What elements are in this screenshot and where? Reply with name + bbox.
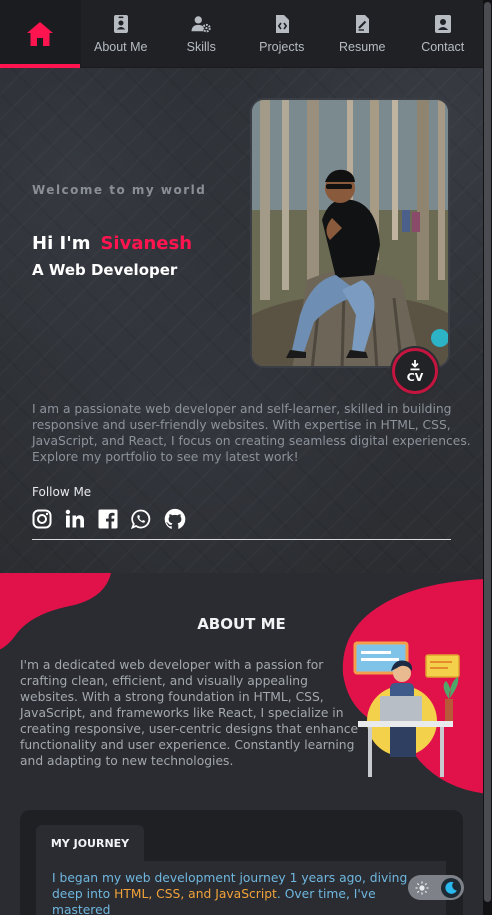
page-scrollbar[interactable] [483,0,492,915]
about-title: ABOUT ME [197,615,286,633]
linkedin-link[interactable] [65,509,85,530]
cv-label: CV [406,370,424,384]
journey-highlight: HTML, CSS, and JavaScript [114,887,277,901]
sun-icon [415,881,429,894]
whatsapp-link[interactable] [131,509,151,530]
contact-card-icon [434,14,451,33]
nav-about-me[interactable]: About Me [81,0,162,67]
scroll-thumb[interactable] [484,2,491,902]
nav-label: Contact [421,39,465,54]
tab-my-journey[interactable]: MY JOURNEY [36,825,144,861]
about-text: I'm a dedicated web developer with a pas… [20,658,359,768]
moon-icon [445,881,457,894]
id-badge-icon [113,14,128,33]
instagram-icon [32,509,52,529]
nav-skills[interactable]: Skills [161,0,242,67]
nav-projects[interactable]: Projects [242,0,323,67]
nav-home[interactable] [0,0,81,68]
nav-label: Projects [259,39,305,54]
whatsapp-icon [131,509,151,529]
toggle-knob [441,877,461,898]
profile-photo [250,98,450,368]
role-title: A Web Developer [32,261,178,279]
social-links [32,508,186,530]
user-gear-icon [191,15,211,32]
hero-section: Welcome to my world Hi I'm Sivanesh A Web… [0,68,483,573]
nav-label: Skills [186,39,216,54]
nav-label: About Me [93,39,148,54]
journey-card: MY JOURNEY I began my web development jo… [20,810,463,915]
developer-illustration [353,641,460,777]
facebook-link[interactable] [98,509,118,530]
welcome-text: Welcome to my world [32,183,207,197]
facebook-icon [98,509,118,529]
nav-label: Resume [338,39,386,54]
journey-text: I began my web development journey 1 yea… [52,870,432,915]
follow-me-label: Follow Me [32,485,92,499]
greeting: Hi I'm Sivanesh [32,233,192,254]
resume-file-icon [356,14,370,33]
linkedin-icon [65,509,84,528]
home-icon [27,21,54,46]
nav-resume[interactable]: Resume [322,0,403,67]
code-file-icon [275,14,289,33]
github-link[interactable] [164,508,186,530]
top-nav: About Me Skills Projects Resume Contact [0,0,483,68]
theme-toggle[interactable] [408,875,464,900]
download-cv-button[interactable]: CV [392,348,438,394]
hero-divider [32,539,451,540]
download-icon [410,359,420,370]
greeting-text: Hi I'm [32,233,91,254]
journey-panel: I began my web development journey 1 yea… [36,861,446,915]
nav-contact[interactable]: Contact [403,0,484,67]
about-section: ABOUT ME I'm a dedicated web developer w… [0,573,483,915]
developer-name: Sivanesh [100,233,193,254]
hero-bio: I am a passionate web developer and self… [32,402,471,464]
instagram-link[interactable] [32,509,52,530]
github-icon [164,508,186,530]
